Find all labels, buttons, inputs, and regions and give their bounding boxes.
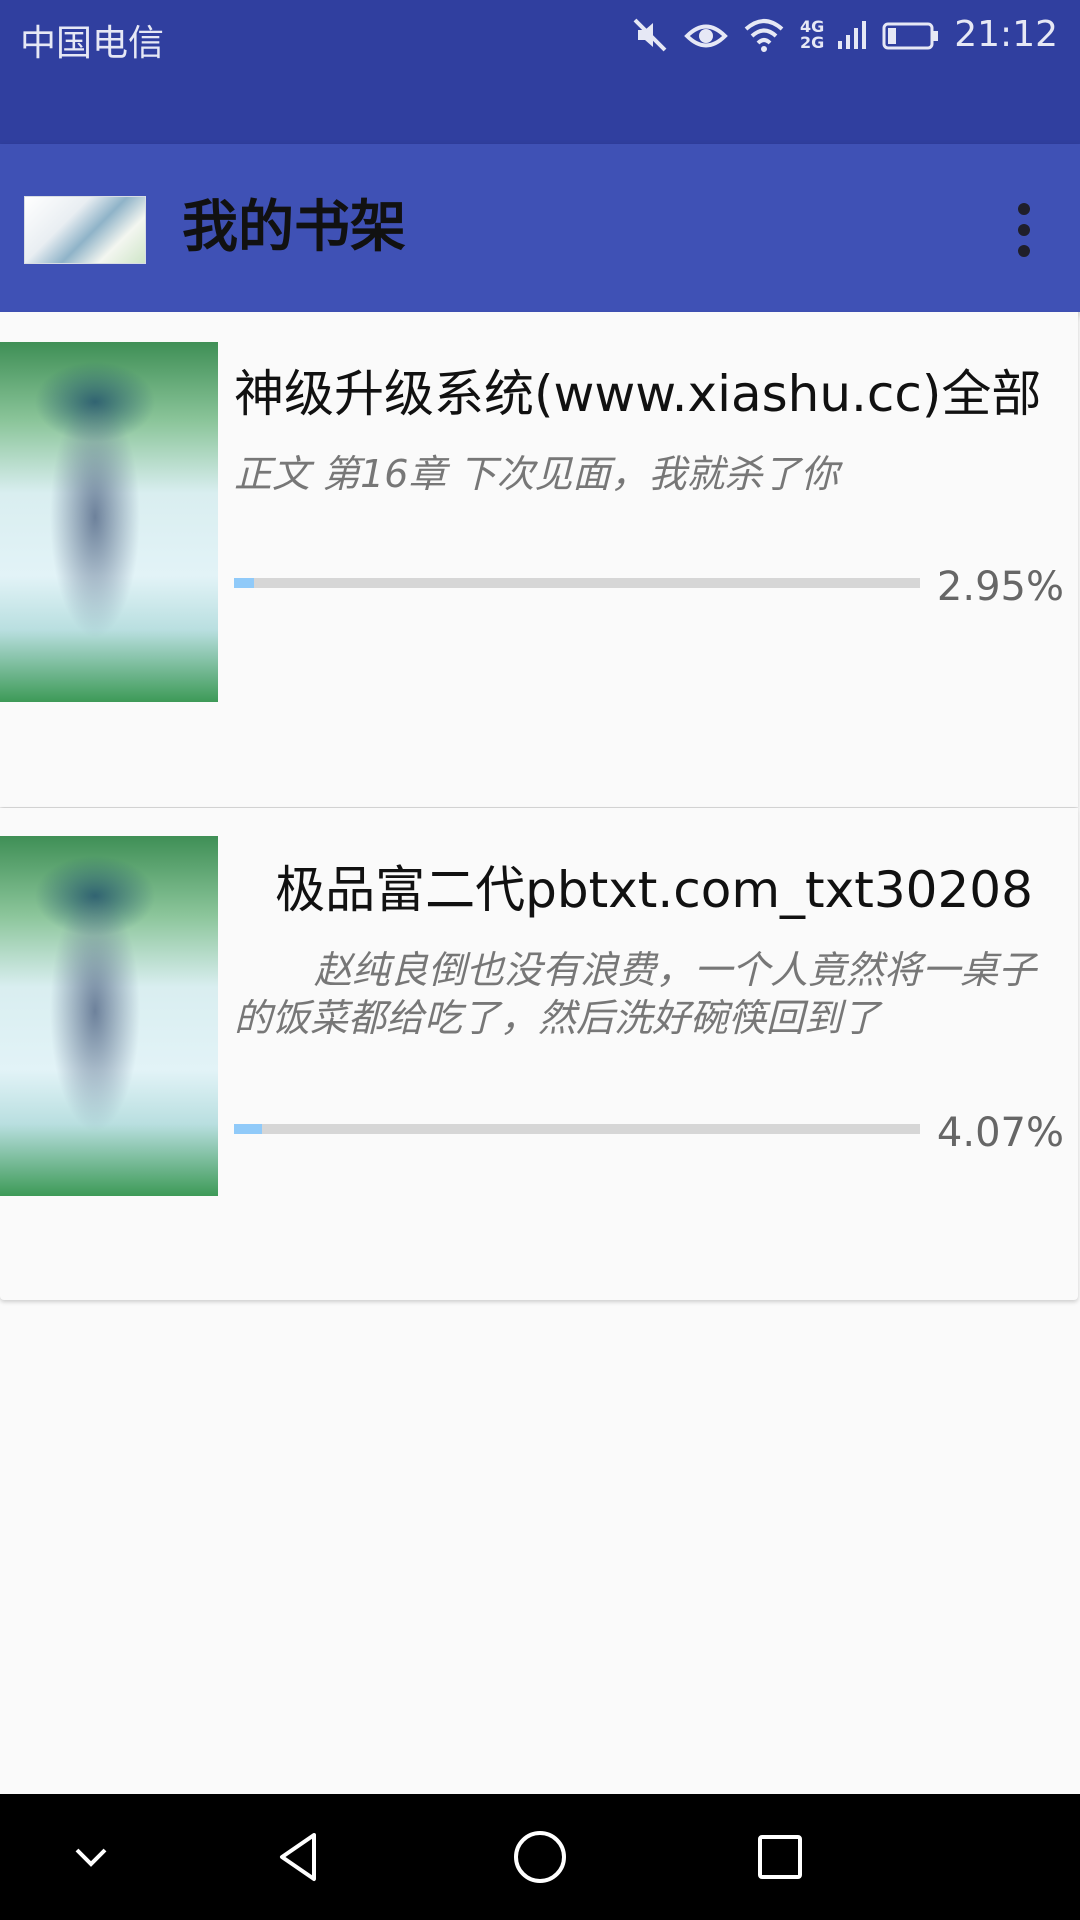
- home-button[interactable]: [505, 1822, 575, 1892]
- mute-icon: [630, 15, 670, 55]
- reading-progress-fill: [234, 578, 255, 588]
- book-list-item[interactable]: 极品富二代pbtxt.com_txt30208 赵纯良倒也没有浪费，一个人竟然将…: [0, 808, 1078, 1300]
- more-options-button[interactable]: [996, 190, 1052, 270]
- home-icon: [514, 1831, 566, 1883]
- carrier-name: 中国电信: [20, 23, 165, 64]
- status-bar: 中国电信 4G 2G 21:12: [0, 0, 1080, 144]
- app-bar: 我的书架: [0, 144, 1080, 312]
- app-logo: [24, 196, 146, 264]
- status-icons: 4G 2G 21:12: [630, 14, 1058, 55]
- hide-nav-button[interactable]: [56, 1822, 126, 1892]
- network-type-bottom: 2G: [799, 32, 825, 52]
- book-title: 神级升级系统(www.xiashu.cc)全部: [234, 365, 1042, 423]
- book-list-item[interactable]: 神级升级系统(www.xiashu.cc)全部 正文 第16章 下次见面，我就杀…: [0, 312, 1078, 807]
- book-title: 极品富二代pbtxt.com_txt30208: [275, 861, 1033, 919]
- recents-button[interactable]: [745, 1822, 815, 1892]
- book-last-read-excerpt: 赵纯良倒也没有浪费，一个人竟然将一桌子的饭菜都给吃了，然后洗好碗筷回到了: [234, 948, 1037, 1040]
- wifi-icon: [742, 15, 786, 55]
- reading-progress-fill: [234, 1124, 262, 1134]
- reading-progress-bar: [234, 578, 920, 588]
- reading-progress-bar: [234, 1124, 920, 1134]
- page-title: 我的书架: [182, 195, 406, 260]
- back-button[interactable]: [263, 1822, 333, 1892]
- chevron-down-icon: [75, 1848, 107, 1867]
- more-vertical-icon-dot: [1018, 245, 1030, 257]
- clock: 21:12: [954, 14, 1058, 55]
- back-icon: [280, 1833, 316, 1881]
- eye-comfort-icon: [684, 15, 728, 55]
- book-cover: [0, 342, 218, 702]
- more-vertical-icon-dot: [1018, 224, 1030, 236]
- more-vertical-icon: [1018, 203, 1030, 215]
- system-navigation-bar: [0, 1794, 1080, 1920]
- book-cover: [0, 836, 218, 1196]
- battery-icon: [882, 15, 940, 55]
- signal-icon: [838, 15, 868, 55]
- book-last-read-chapter: 正文 第16章 下次见面，我就杀了你: [234, 452, 839, 496]
- recents-icon: [758, 1835, 802, 1879]
- reading-progress-percent: 2.95%: [936, 564, 1064, 610]
- reading-progress-percent: 4.07%: [936, 1110, 1064, 1156]
- network-type-label: 4G 2G: [799, 18, 825, 52]
